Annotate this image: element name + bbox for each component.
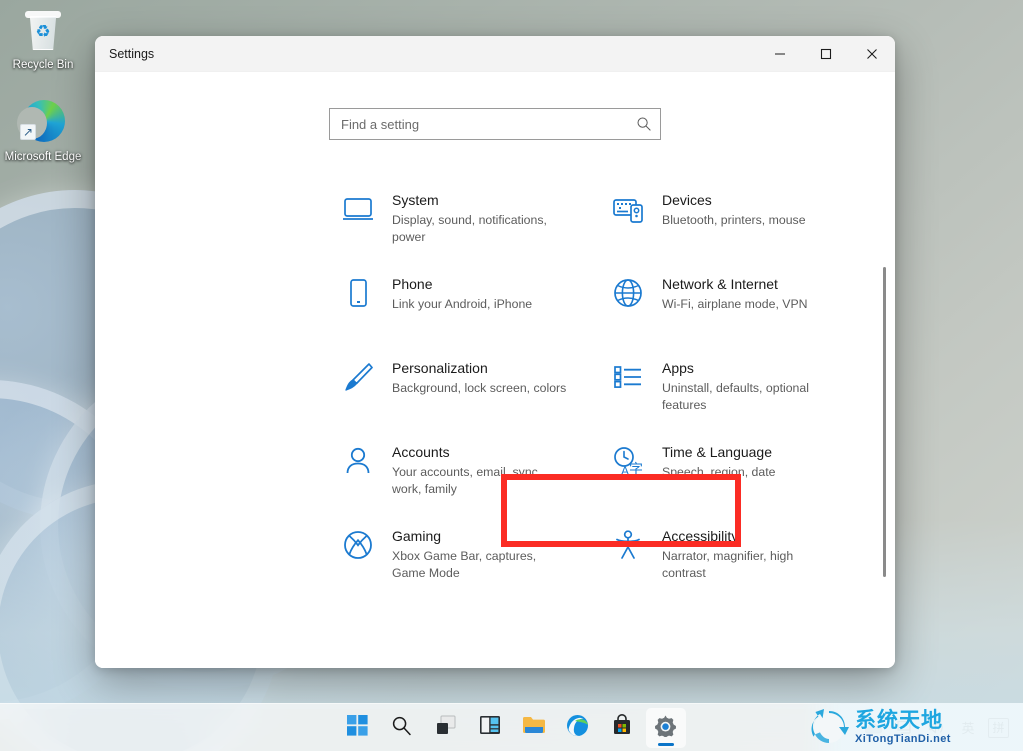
settings-tile-apps[interactable]: Apps Uninstall, defaults, optional featu… <box>601 346 859 430</box>
task-view-icon <box>435 714 457 741</box>
globe-icon <box>611 276 645 310</box>
taskbar-widgets-button[interactable] <box>470 708 510 748</box>
tile-title: Gaming <box>392 528 441 544</box>
app-list-icon <box>611 360 645 394</box>
taskbar-buttons <box>338 708 686 748</box>
tile-title: Time & Language <box>662 444 772 460</box>
monitor-icon <box>341 192 375 226</box>
xbox-icon <box>341 528 375 562</box>
phone-icon <box>341 276 375 310</box>
edge-icon <box>566 714 589 742</box>
settings-tile-system[interactable]: System Display, sound, notifications, po… <box>331 178 589 262</box>
settings-tile-grid: System Display, sound, notifications, po… <box>331 178 895 598</box>
svg-text:字: 字 <box>629 462 643 478</box>
tile-title: Devices <box>662 192 712 208</box>
search-box[interactable] <box>329 108 661 140</box>
window-titlebar[interactable]: Settings <box>95 36 895 72</box>
tile-title: Phone <box>392 276 432 292</box>
tile-title: Accessibility <box>662 528 738 544</box>
taskbar-start-button[interactable] <box>338 708 378 748</box>
desktop-icon-microsoft-edge[interactable]: ↗ Microsoft Edge <box>0 98 86 164</box>
tile-subtitle: Xbox Game Bar, captures, Game Mode <box>392 548 567 582</box>
settings-tile-devices[interactable]: Devices Bluetooth, printers, mouse <box>601 178 859 262</box>
settings-tile-accessibility[interactable]: Accessibility Narrator, magnifier, high … <box>601 514 859 598</box>
settings-window: Settings <box>95 36 895 668</box>
close-icon <box>866 48 878 60</box>
scrollbar-thumb[interactable] <box>883 267 886 577</box>
taskbar-task-view-button[interactable] <box>426 708 466 748</box>
minimize-icon <box>774 48 786 60</box>
search-icon[interactable] <box>636 116 652 132</box>
devices-icon <box>611 192 645 226</box>
settings-content: System Display, sound, notifications, po… <box>95 72 895 668</box>
window-caption-buttons <box>757 36 895 72</box>
settings-tile-gaming[interactable]: Gaming Xbox Game Bar, captures, Game Mod… <box>331 514 589 598</box>
tile-subtitle: Your accounts, email, sync, work, family <box>392 464 567 498</box>
watermark-text-en: XiTongTianDi.net <box>855 734 951 745</box>
tile-title: Apps <box>662 360 694 376</box>
minimize-button[interactable] <box>757 36 803 72</box>
maximize-button[interactable] <box>803 36 849 72</box>
widgets-icon <box>479 714 501 741</box>
tile-subtitle: Link your Android, iPhone <box>392 296 532 313</box>
search-row <box>95 72 895 140</box>
accessibility-icon <box>611 528 645 562</box>
taskbar-search-button[interactable] <box>382 708 422 748</box>
tile-subtitle: Speech, region, date <box>662 464 776 481</box>
tile-subtitle: Bluetooth, printers, mouse <box>662 212 806 229</box>
settings-tile-personalization[interactable]: Personalization Background, lock screen,… <box>331 346 589 430</box>
maximize-icon <box>820 48 832 60</box>
clock-language-icon: A 字 <box>611 444 645 478</box>
desktop-icon-recycle-bin[interactable]: ♻ Recycle Bin <box>0 6 86 72</box>
taskbar: 英 拼 系统天地 XiTongTianDi.net <box>0 703 1023 751</box>
store-bag-icon <box>611 714 633 741</box>
edge-icon: ↗ <box>19 98 67 146</box>
taskbar-microsoft-store-button[interactable] <box>602 708 642 748</box>
window-title: Settings <box>95 47 757 61</box>
search-input[interactable] <box>341 117 636 132</box>
taskbar-edge-button[interactable] <box>558 708 598 748</box>
tile-subtitle: Wi-Fi, airplane mode, VPN <box>662 296 808 313</box>
taskbar-settings-button[interactable] <box>646 708 686 748</box>
settings-tile-accounts[interactable]: Accounts Your accounts, email, sync, wor… <box>331 430 589 514</box>
settings-tile-time-language[interactable]: A 字 Time & Language Speech, region, date <box>601 430 859 514</box>
taskbar-file-explorer-button[interactable] <box>514 708 554 748</box>
tile-subtitle: Background, lock screen, colors <box>392 380 566 397</box>
person-icon <box>341 444 375 478</box>
watermark-text-cn: 系统天地 <box>855 710 951 731</box>
gear-icon <box>654 714 677 742</box>
svg-text:A: A <box>621 464 629 478</box>
settings-tile-phone[interactable]: Phone Link your Android, iPhone <box>331 262 589 346</box>
tile-title: Network & Internet <box>662 276 778 292</box>
tile-title: Accounts <box>392 444 450 460</box>
desktop-icon-label-line1: Microsoft <box>5 151 52 163</box>
folder-icon <box>522 714 546 741</box>
paintbrush-icon <box>341 360 375 394</box>
desktop-icon-label-line2: Edge <box>55 151 82 163</box>
search-icon <box>391 715 412 741</box>
recycle-bin-icon: ♻ <box>19 6 67 54</box>
desktop-icon-label: Recycle Bin <box>13 59 74 71</box>
tile-subtitle: Uninstall, defaults, optional features <box>662 380 837 414</box>
recycle-swirl-icon <box>809 708 849 746</box>
close-button[interactable] <box>849 36 895 72</box>
tile-subtitle: Narrator, magnifier, high contrast <box>662 548 837 582</box>
windows-start-icon <box>347 715 368 741</box>
tile-title: Personalization <box>392 360 488 376</box>
tile-subtitle: Display, sound, notifications, power <box>392 212 567 246</box>
settings-tile-network-internet[interactable]: Network & Internet Wi-Fi, airplane mode,… <box>601 262 859 346</box>
settings-scrollbar[interactable] <box>879 72 889 668</box>
site-watermark: 系统天地 XiTongTianDi.net <box>803 703 1023 751</box>
tile-title: System <box>392 192 439 208</box>
